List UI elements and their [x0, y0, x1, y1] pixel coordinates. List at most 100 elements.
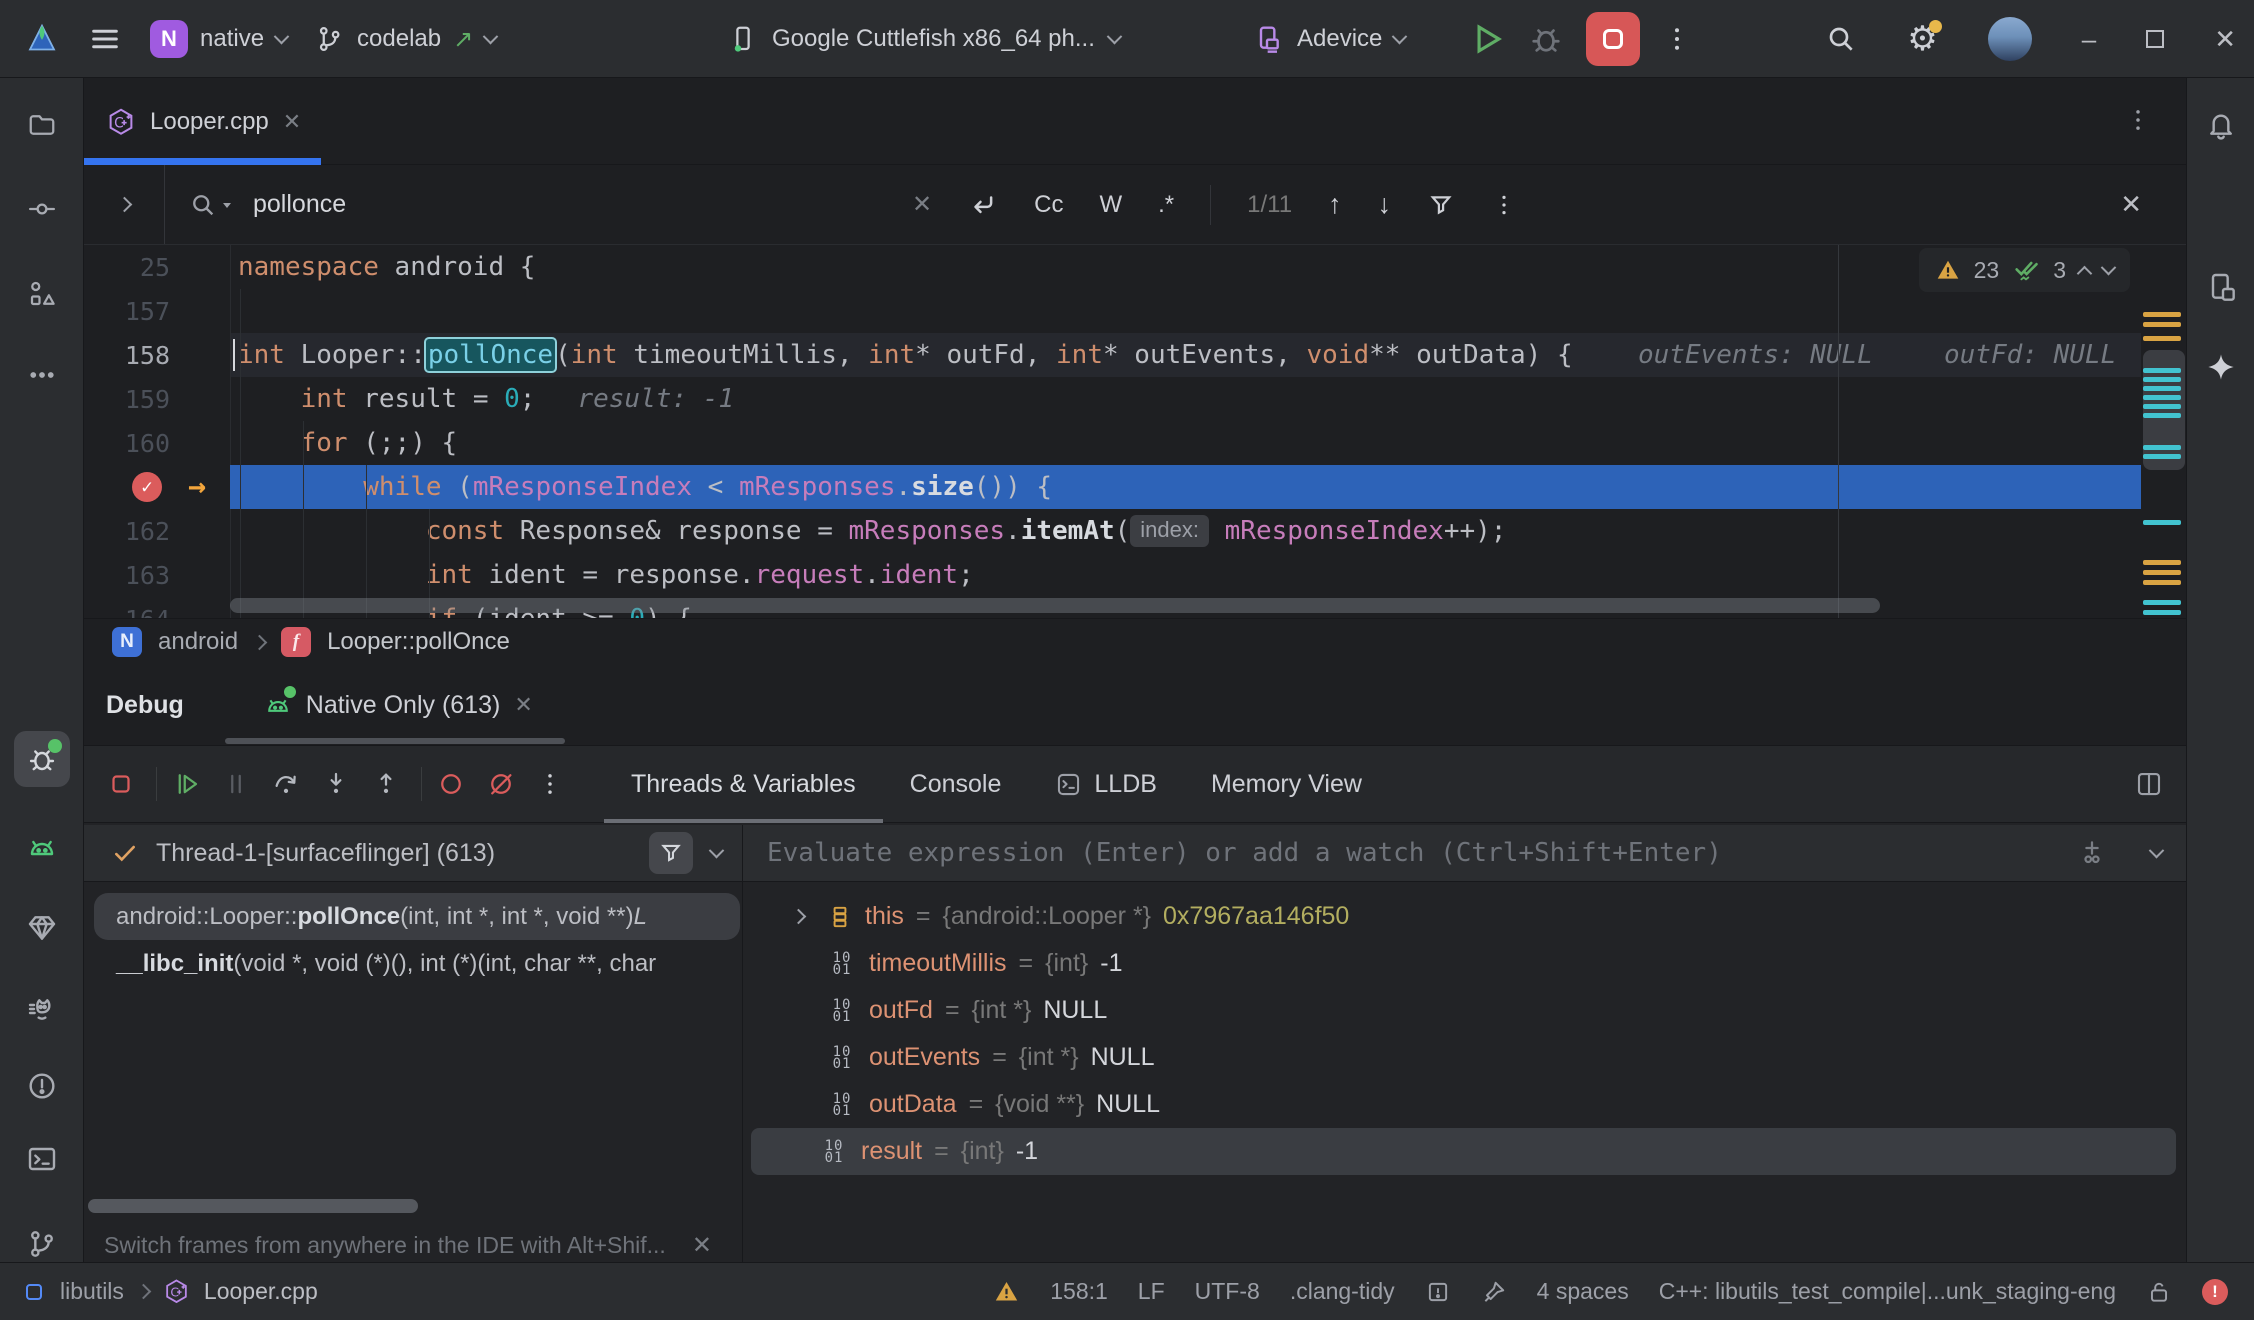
- pin-icon[interactable]: [1481, 1279, 1507, 1305]
- warning-triangle-icon[interactable]: [993, 1278, 1020, 1305]
- gutter[interactable]: 164: [84, 597, 230, 618]
- chevron-down-icon[interactable]: [709, 842, 725, 858]
- thread-selector[interactable]: Thread-1-[surfaceflinger] (613): [84, 825, 742, 882]
- gutter[interactable]: ✓→: [84, 465, 230, 509]
- debug-button[interactable]: [1528, 21, 1564, 57]
- code-line-160[interactable]: 160 for (;;) {: [84, 421, 2141, 465]
- tab-strip-scrollbar[interactable]: [225, 738, 565, 744]
- clear-search-icon[interactable]: ✕: [912, 190, 932, 219]
- gutter[interactable]: 162: [84, 509, 230, 553]
- toolchain-setting[interactable]: C++: libutils_test_compile|...unk_stagin…: [1659, 1278, 2116, 1305]
- maximize-button[interactable]: [2146, 30, 2164, 48]
- tab-options-icon[interactable]: [2124, 106, 2152, 134]
- more-vertical-icon[interactable]: [536, 770, 564, 798]
- chevron-down-icon[interactable]: [2149, 842, 2165, 858]
- gutter[interactable]: 163: [84, 553, 230, 597]
- caret-position[interactable]: 158:1: [1050, 1278, 1108, 1305]
- tab-looper-cpp[interactable]: C Looper.cpp ✕: [84, 78, 321, 165]
- code-text[interactable]: namespace android {: [230, 245, 2141, 289]
- folder-icon[interactable]: [14, 97, 70, 153]
- tab-threads-variables[interactable]: Threads & Variables: [604, 745, 883, 823]
- project-widget[interactable]: N native: [150, 20, 287, 58]
- problems-icon[interactable]: [14, 1058, 70, 1114]
- variable-row[interactable]: this={android::Looper *}0x7967aa146f50: [751, 893, 2176, 940]
- frames-scrollbar[interactable]: [88, 1199, 418, 1213]
- code-line-161[interactable]: ✓→ while (mResponseIndex < mResponses.si…: [84, 465, 2141, 509]
- code-text[interactable]: int ident = response.request.ident;: [230, 553, 2141, 597]
- resume-icon[interactable]: [171, 769, 201, 799]
- layout-settings-icon[interactable]: [2134, 769, 2164, 799]
- error-stripe[interactable]: [2141, 245, 2186, 618]
- code-line-162[interactable]: 162 const Response& response = mResponse…: [84, 509, 2141, 553]
- step-out-icon[interactable]: [371, 769, 401, 799]
- step-over-icon[interactable]: [271, 769, 301, 799]
- code-text[interactable]: const Response& response = mResponses.it…: [230, 509, 2141, 553]
- breakpoint-icon[interactable]: ✓: [132, 472, 162, 502]
- variables-list[interactable]: this={android::Looper *}0x7967aa146f5010…: [743, 883, 2186, 1262]
- minimize-button[interactable]: –: [2082, 24, 2096, 55]
- regex-toggle[interactable]: .*: [1158, 191, 1174, 219]
- gutter[interactable]: 160: [84, 421, 230, 465]
- stack-frames-list[interactable]: android::Looper::pollOnce(int, int *, in…: [84, 883, 742, 1262]
- newline-icon[interactable]: [968, 190, 998, 220]
- close-find-bar-icon[interactable]: ✕: [2120, 189, 2142, 220]
- notifications-icon[interactable]: [2193, 97, 2249, 153]
- tab-console[interactable]: Console: [883, 745, 1029, 823]
- more-actions-icon[interactable]: [1662, 24, 1692, 54]
- code-line-159[interactable]: 159 int result = 0;result: -1: [84, 377, 2141, 421]
- expand-search-icon[interactable]: [84, 165, 165, 244]
- stop-button[interactable]: [1586, 12, 1640, 66]
- words-toggle[interactable]: W: [1099, 191, 1122, 219]
- main-menu-icon[interactable]: [88, 22, 122, 56]
- variable-row[interactable]: 1001outData={void **}NULL: [751, 1081, 2176, 1128]
- gutter[interactable]: 159: [84, 377, 230, 421]
- status-file[interactable]: Looper.cpp: [204, 1278, 318, 1305]
- gutter[interactable]: 157: [84, 289, 230, 333]
- commit-icon[interactable]: [14, 181, 70, 237]
- debug-session-tab[interactable]: Native Only (613) ✕: [264, 691, 533, 720]
- run-button[interactable]: [1468, 20, 1506, 58]
- logcat-icon[interactable]: [14, 820, 70, 876]
- indent-setting[interactable]: 4 spaces: [1537, 1278, 1629, 1305]
- avatar[interactable]: [1988, 17, 2032, 61]
- code-line-157[interactable]: 157: [84, 289, 2141, 333]
- code-text[interactable]: [230, 289, 2141, 333]
- horizontal-scrollbar[interactable]: [230, 598, 1880, 613]
- code-lines[interactable]: 25namespace android {157158int Looper::p…: [84, 245, 2141, 618]
- mute-breakpoints-icon[interactable]: [486, 769, 516, 799]
- view-breakpoints-icon[interactable]: [436, 769, 466, 799]
- code-line-163[interactable]: 163 int ident = response.request.ident;: [84, 553, 2141, 597]
- debug-icon[interactable]: [14, 731, 70, 787]
- code-text[interactable]: for (;;) {: [230, 421, 2141, 465]
- variable-row[interactable]: 1001result={int}-1: [751, 1128, 2176, 1175]
- stack-frame-row[interactable]: android::Looper::pollOnce(int, int *, in…: [94, 893, 740, 940]
- next-problem-icon[interactable]: [2101, 259, 2117, 275]
- vcs-widget[interactable]: codelab ↗: [315, 24, 496, 54]
- run-configuration-selector[interactable]: Adevice: [1253, 0, 1405, 78]
- hide-frames-filter-button[interactable]: [649, 832, 693, 874]
- close-tab-icon[interactable]: ✕: [283, 109, 301, 135]
- previous-match-icon[interactable]: ↑: [1328, 189, 1342, 220]
- running-devices-icon[interactable]: [2193, 259, 2249, 315]
- code-text[interactable]: int result = 0;result: -1: [230, 377, 2141, 421]
- filter-search-icon[interactable]: [1427, 191, 1455, 219]
- terminal-icon[interactable]: [14, 1131, 70, 1187]
- dismiss-hint-icon[interactable]: ✕: [692, 1231, 712, 1260]
- gemini-icon[interactable]: [2193, 339, 2249, 395]
- close-button[interactable]: ✕: [2214, 24, 2236, 55]
- next-match-icon[interactable]: ↓: [1378, 189, 1392, 220]
- step-into-icon[interactable]: [321, 769, 351, 799]
- search-options-icon[interactable]: [1491, 192, 1517, 218]
- error-notification-badge[interactable]: !: [2202, 1279, 2228, 1305]
- gutter[interactable]: 158: [84, 333, 230, 377]
- line-ending[interactable]: LF: [1138, 1278, 1165, 1305]
- search-field[interactable]: pollonce: [189, 165, 346, 244]
- previous-problem-icon[interactable]: [2077, 265, 2093, 281]
- settings-gear-icon[interactable]: ⚙: [1907, 22, 1937, 56]
- status-module[interactable]: libutils: [60, 1278, 124, 1305]
- profiler-icon[interactable]: [14, 981, 70, 1037]
- clang-tidy[interactable]: .clang-tidy: [1290, 1278, 1395, 1305]
- file-encoding[interactable]: UTF-8: [1195, 1278, 1260, 1305]
- add-watch-icon[interactable]: [2077, 838, 2107, 868]
- annotations-icon[interactable]: [1425, 1279, 1451, 1305]
